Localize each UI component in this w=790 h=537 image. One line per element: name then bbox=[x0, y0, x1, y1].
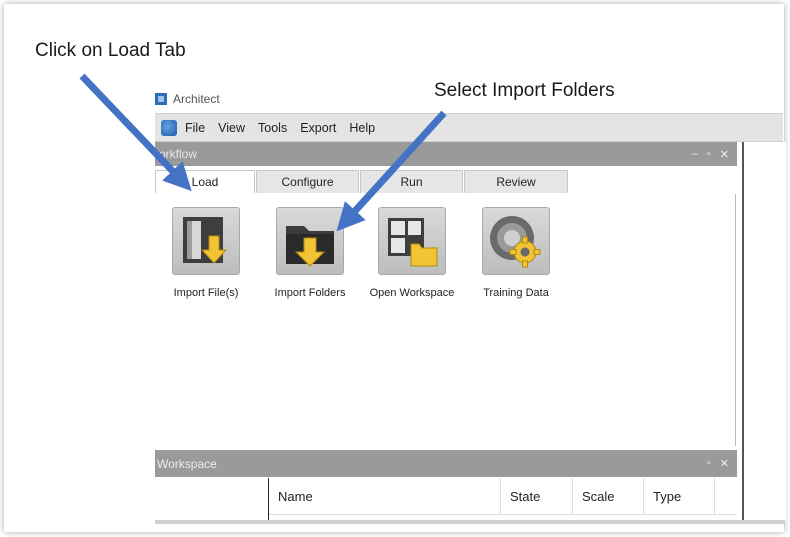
arrow-to-load-tab bbox=[79, 73, 192, 192]
annotation-arrows bbox=[79, 73, 447, 232]
arrow-to-import-folders bbox=[336, 110, 447, 232]
